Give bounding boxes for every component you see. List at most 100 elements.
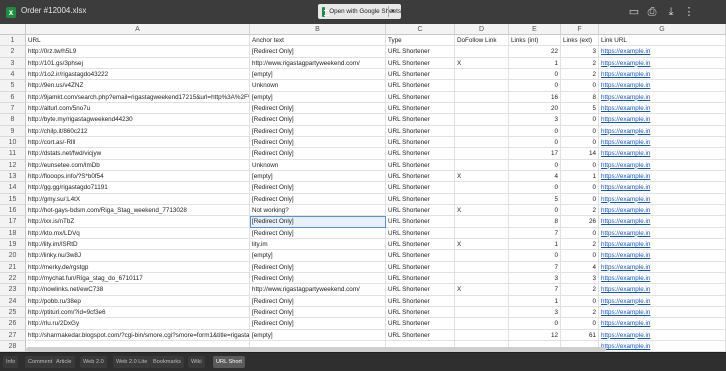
cell-c14[interactable]: URL Shortener	[386, 182, 455, 194]
row-header[interactable]: 12	[0, 159, 26, 171]
column-header-f[interactable]: F	[561, 24, 599, 35]
sheet-tab-info[interactable]: Info	[3, 356, 19, 368]
cell-b15[interactable]: [Redirect Only]	[250, 193, 386, 205]
cell-d27[interactable]	[455, 329, 509, 341]
cell-b20[interactable]: [empty]	[250, 250, 386, 262]
cell-c20[interactable]: URL Shortener	[386, 250, 455, 262]
cell-a26[interactable]: http://rlu.ru/2DxGy	[26, 318, 250, 330]
cell-d7[interactable]	[455, 102, 509, 115]
cell-c18[interactable]: URL Shortener	[386, 227, 455, 239]
cell-d16[interactable]: X	[455, 204, 509, 217]
cell-c16[interactable]: URL Shortener	[386, 204, 455, 217]
cell-d11[interactable]	[455, 148, 509, 160]
cell-c8[interactable]: URL Shortener	[386, 114, 455, 126]
cell-g5[interactable]: https://example.in	[599, 80, 726, 92]
cell-g20[interactable]: https://example.in	[599, 250, 726, 262]
cell-g17[interactable]: https://example.in	[599, 216, 726, 228]
cell-c21[interactable]: URL Shortener	[386, 261, 455, 273]
cell-c17[interactable]: URL Shortener	[386, 216, 455, 228]
cell-g25[interactable]: https://example.in	[599, 306, 726, 319]
column-header-a[interactable]: A	[26, 24, 250, 35]
cell-a12[interactable]: http://eunsetee.com/lmDb	[26, 159, 250, 171]
cell-f11[interactable]: 14	[561, 148, 599, 160]
cell-d25[interactable]	[455, 306, 509, 319]
cell-g15[interactable]: https://example.in	[599, 193, 726, 205]
row-header[interactable]: 23	[0, 284, 26, 296]
row-header[interactable]: 20	[0, 250, 26, 262]
cell-f7[interactable]: 5	[561, 102, 599, 115]
cell-f14[interactable]: 0	[561, 182, 599, 194]
more-vert-icon[interactable]: ⋮	[682, 5, 696, 19]
cell-c24[interactable]: URL Shortener	[386, 295, 455, 307]
row-header[interactable]: 14	[0, 182, 26, 194]
cell-a5[interactable]: http://9en.us/v4ZNZ	[26, 80, 250, 92]
row-header[interactable]: 15	[0, 193, 26, 205]
cell-a2[interactable]: http://0rz.tw/h5L9	[26, 46, 250, 58]
cell-e26[interactable]: 0	[509, 318, 561, 330]
cell-d20[interactable]	[455, 250, 509, 262]
column-header-e[interactable]: E	[509, 24, 561, 35]
cell-a20[interactable]: http://linky.nu/3w8J	[26, 250, 250, 262]
cell-e27[interactable]: 12	[509, 329, 561, 341]
cell-e23[interactable]: 7	[509, 284, 561, 296]
cell-d6[interactable]	[455, 91, 509, 103]
cell-c15[interactable]: URL Shortener	[386, 193, 455, 205]
cell-d9[interactable]	[455, 125, 509, 137]
cell-b22[interactable]: [Redirect Only]	[250, 272, 386, 285]
cell-b18[interactable]: [Redirect Only]	[250, 227, 386, 239]
row-header[interactable]: 21	[0, 261, 26, 273]
cell-b23[interactable]: http://www.rigastagpartyweekend.com/	[250, 284, 386, 296]
cell-b25[interactable]: [Redirect Only]	[250, 306, 386, 319]
cell-f23[interactable]: 2	[561, 284, 599, 296]
cell-d26[interactable]	[455, 318, 509, 330]
cell-g28[interactable]: https://example.in	[599, 340, 726, 352]
cell-c22[interactable]: URL Shortener	[386, 272, 455, 285]
cell-d19[interactable]: X	[455, 238, 509, 251]
column-header-c[interactable]: C	[386, 24, 455, 35]
cell-e13[interactable]: 4	[509, 170, 561, 183]
cell-g22[interactable]: https://example.in	[599, 272, 726, 285]
cell-a1[interactable]: URL	[26, 35, 250, 47]
cell-d2[interactable]	[455, 46, 509, 58]
cell-a22[interactable]: http://mychat.fun/Riga_stag_do_6710117	[26, 272, 250, 285]
row-header[interactable]: 18	[0, 227, 26, 239]
row-header[interactable]: 5	[0, 80, 26, 92]
cell-a9[interactable]: http://chilp.it/860c212	[26, 125, 250, 137]
cell-e25[interactable]: 3	[509, 306, 561, 319]
chevron-down-icon[interactable]: ▾	[391, 7, 395, 15]
cell-c7[interactable]: URL Shortener	[386, 102, 455, 115]
comment-icon[interactable]: ▭	[627, 5, 641, 19]
row-header[interactable]: 8	[0, 114, 26, 126]
cell-d18[interactable]	[455, 227, 509, 239]
cell-e10[interactable]: 0	[509, 136, 561, 149]
cell-f25[interactable]: 2	[561, 306, 599, 319]
cell-a24[interactable]: http://pobb.ru/38ep	[26, 295, 250, 307]
cell-f17[interactable]: 26	[561, 216, 599, 228]
cell-b27[interactable]: [empty]	[250, 329, 386, 341]
download-icon[interactable]: ⤓	[664, 5, 678, 19]
sheet-tab-web-2-0-lite[interactable]: Web 2.0 Lite	[113, 356, 151, 368]
column-header-g[interactable]: G	[599, 24, 726, 35]
column-header-d[interactable]: D	[455, 24, 509, 35]
cell-a14[interactable]: http://gg.gg/rigastagdo71191	[26, 182, 250, 194]
row-header[interactable]: 17	[0, 216, 26, 228]
spreadsheet-grid[interactable]: A B C D E F G 1 URL Anchor text Type DoFollow Link L…	[0, 24, 726, 352]
cell-g11[interactable]: https://example.in	[599, 148, 726, 160]
cell-b14[interactable]: [Redirect Only]	[250, 182, 386, 194]
sheet-tab-url-short[interactable]: URL Short	[213, 356, 245, 368]
cell-f9[interactable]: 0	[561, 125, 599, 137]
cell-c13[interactable]: URL Shortener	[386, 170, 455, 183]
cell-b12[interactable]: Unknown	[250, 159, 386, 171]
cell-f6[interactable]: 8	[561, 91, 599, 103]
cell-d3[interactable]: X	[455, 57, 509, 69]
cell-g19[interactable]: https://example.in	[599, 238, 726, 251]
row-header[interactable]: 9	[0, 125, 26, 137]
cell-g10[interactable]: https://example.in	[599, 136, 726, 149]
cell-c27[interactable]: URL Shortener	[386, 329, 455, 341]
cell-e20[interactable]: 0	[509, 250, 561, 262]
cell-a16[interactable]: http://hot-gays-bdsm.com/Riga_Stag_weeke…	[26, 204, 250, 217]
cell-a17[interactable]: http://ixx.is/nTbZ	[26, 216, 250, 228]
cell-f8[interactable]: 0	[561, 114, 599, 126]
row-header[interactable]: 6	[0, 91, 26, 103]
select-all-corner[interactable]	[0, 24, 26, 35]
